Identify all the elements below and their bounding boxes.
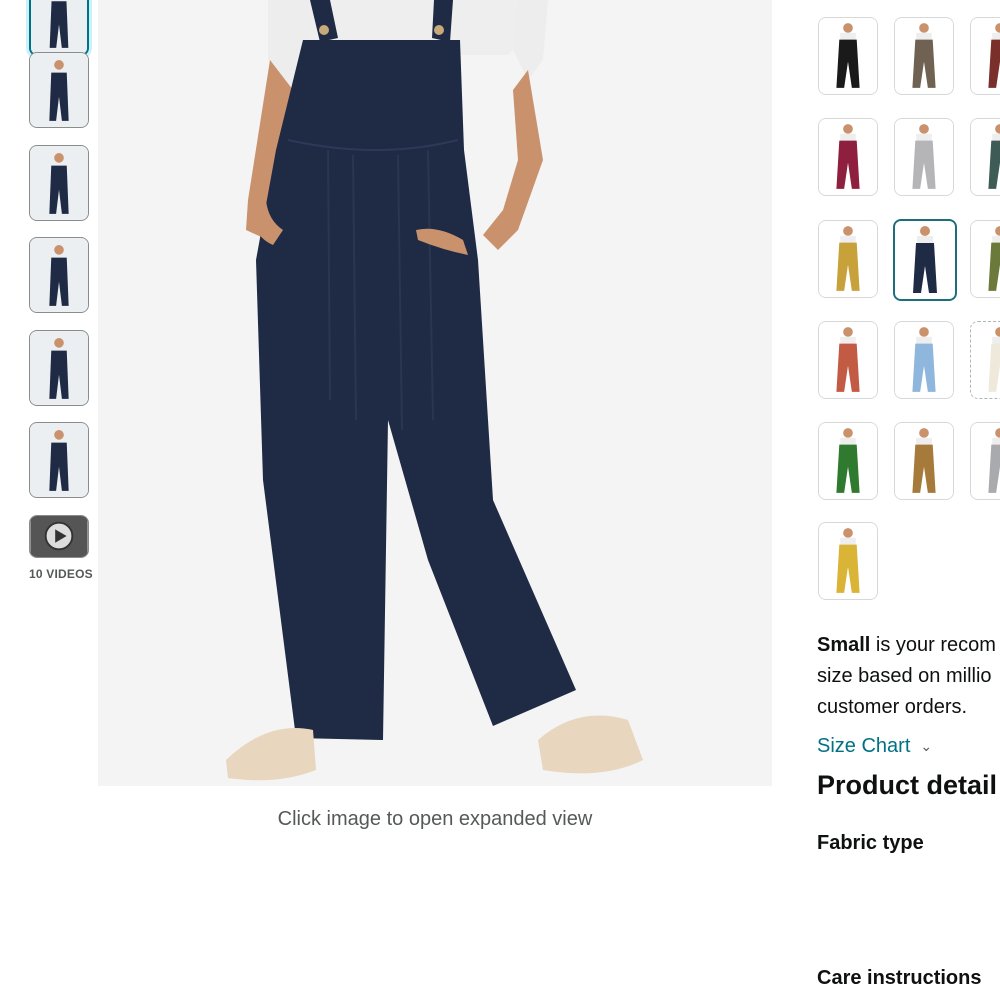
recommended-size: Small: [817, 634, 871, 656]
color-swatch-6[interactable]: [970, 118, 1000, 196]
color-swatch-9[interactable]: [970, 220, 1000, 298]
color-swatch-2[interactable]: [894, 17, 954, 95]
chevron-down-icon[interactable]: ⌄: [920, 738, 932, 755]
color-swatch-15[interactable]: [970, 422, 1000, 500]
color-swatch-1[interactable]: [818, 17, 878, 95]
play-icon[interactable]: [30, 516, 88, 557]
color-swatch-12[interactable]: [970, 321, 1000, 399]
expand-view-hint: Click image to open expanded view: [277, 808, 593, 830]
care-instructions-label: Care instructions: [817, 967, 982, 989]
color-swatch-16[interactable]: [818, 522, 878, 600]
color-swatch-4[interactable]: [818, 118, 878, 196]
videos-count-label[interactable]: 10 VIDEOS: [29, 567, 93, 581]
recommendation-line2: size based on millio: [817, 665, 992, 687]
color-swatch-8[interactable]: [893, 219, 957, 301]
product-details-heading: Product detail: [817, 770, 998, 800]
color-swatch-14[interactable]: [894, 422, 954, 500]
fabric-type-label: Fabric type: [817, 832, 924, 854]
color-swatch-11[interactable]: [894, 321, 954, 399]
thumbnail-full-body-navy[interactable]: [29, 52, 89, 128]
size-recommendation: Small is your recom size based on millio…: [817, 630, 1000, 723]
main-product-image[interactable]: [98, 0, 772, 786]
thumbnail-front-view-navy[interactable]: [29, 0, 89, 56]
recommendation-line3: customer orders.: [817, 696, 968, 718]
size-chart-link[interactable]: Size Chart ⌄: [817, 735, 932, 758]
size-chart-label[interactable]: Size Chart: [817, 735, 910, 758]
recommendation-line1: is your recom: [870, 634, 996, 656]
thumbnail-back-view-navy[interactable]: [29, 145, 89, 221]
color-swatch-10[interactable]: [818, 321, 878, 399]
thumbnail-outdoor-bench-navy[interactable]: [29, 330, 89, 406]
thumbnail-video-thumbnail[interactable]: [29, 515, 89, 558]
color-swatch-13[interactable]: [818, 422, 878, 500]
color-swatch-3[interactable]: [970, 17, 1000, 95]
color-swatch-7[interactable]: [818, 220, 878, 298]
thumbnail-closeup-navy[interactable]: [29, 422, 89, 498]
thumbnail-sitting-pose-navy[interactable]: [29, 237, 89, 313]
color-swatch-5[interactable]: [894, 118, 954, 196]
